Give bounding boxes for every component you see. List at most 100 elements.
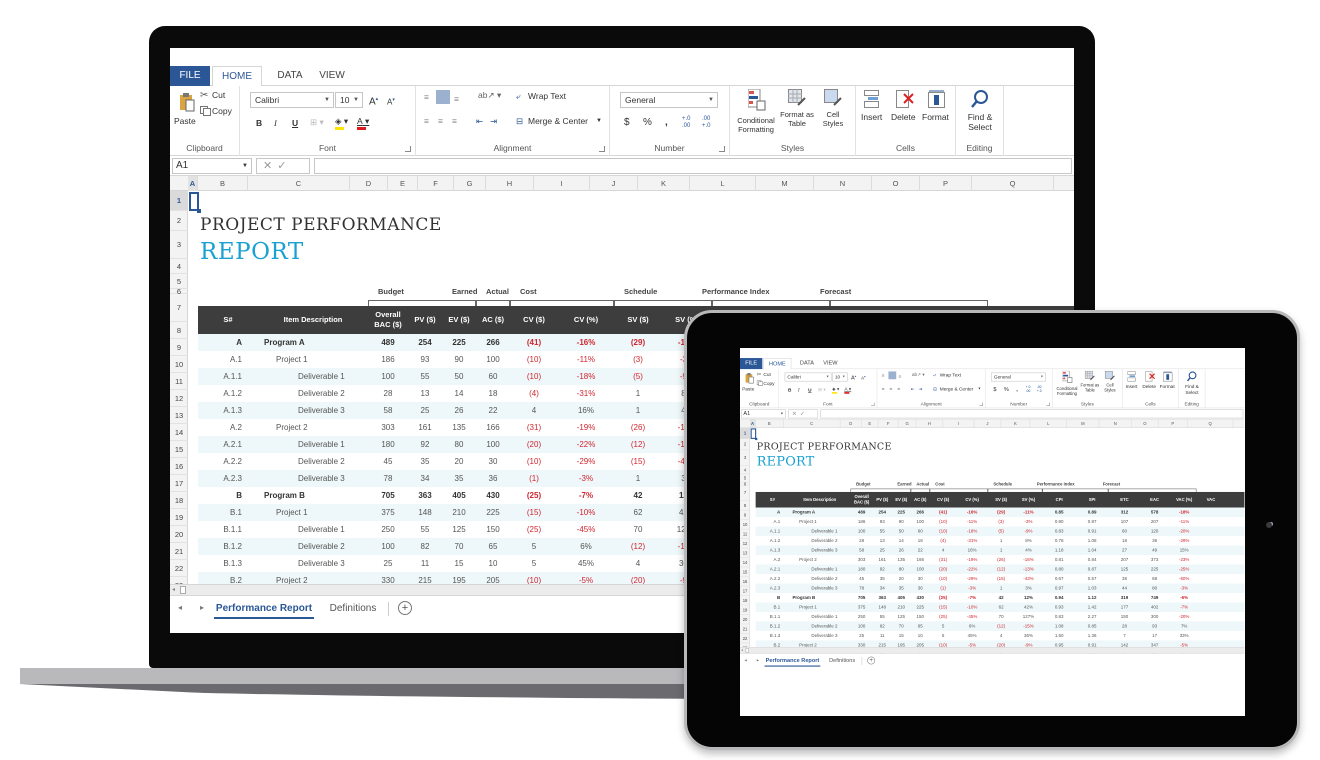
tab-view[interactable]: VIEW [819, 358, 841, 369]
align-right-icon[interactable]: ≡ [452, 116, 457, 127]
cell-ev[interactable]: 90 [442, 351, 476, 368]
cell-etc[interactable]: 18 [1108, 536, 1140, 545]
cell-cvp[interactable]: -16% [957, 508, 988, 517]
cell-id[interactable]: A.1.3 [756, 546, 780, 555]
shrink-font-icon[interactable]: A▾ [387, 95, 395, 108]
cell-sv[interactable]: (3) [614, 351, 662, 368]
cell-cv[interactable]: (4) [510, 385, 558, 402]
cell-eac[interactable]: 578 [1141, 508, 1169, 517]
cell-bac[interactable]: 489 [850, 508, 872, 517]
scrollbar-thumb[interactable] [745, 648, 749, 653]
cell-ac[interactable]: 100 [476, 436, 510, 453]
table-row[interactable]: B.1Project 1375148210225(15)-10%6242%0.9… [755, 602, 1245, 612]
cell-ac[interactable]: 60 [911, 527, 930, 536]
fill-color-button[interactable]: ◈ ▾ [335, 116, 348, 130]
column-header[interactable]: Q [972, 176, 1054, 191]
cell-id[interactable]: B.1 [756, 602, 780, 611]
number-format-dropdown[interactable]: General ▼ [620, 92, 718, 108]
cell-id[interactable]: B.1.3 [756, 631, 780, 640]
align-left-icon[interactable]: ≡ [424, 116, 429, 127]
cell-eac[interactable]: 36 [1141, 536, 1169, 545]
cell-pv[interactable]: 11 [873, 631, 892, 640]
cell-pv[interactable]: 35 [873, 574, 892, 583]
cell-cpi[interactable]: 0.93 [1042, 602, 1075, 611]
increase-indent-icon[interactable]: ⇥ [490, 116, 497, 127]
table-row[interactable]: B.1.1Deliverable 125055125150(25)-45%701… [756, 612, 1245, 621]
next-sheet-icon[interactable]: ▸ [757, 658, 759, 663]
cell-cvp[interactable]: -31% [957, 536, 988, 545]
cell-cvp[interactable]: 16% [957, 546, 988, 555]
cell-cpi[interactable]: 0.97 [1042, 583, 1075, 592]
table-row[interactable]: A.1.1Deliverable 1100555060(10)-18%(5)-9… [755, 526, 1245, 537]
align-middle-icon[interactable] [436, 90, 450, 104]
cell-ac[interactable]: 430 [911, 593, 930, 602]
cell-svp[interactable]: 42% [1015, 602, 1043, 611]
cell-vacp[interactable]: 33% [1169, 631, 1200, 640]
cell-ev[interactable]: 14 [442, 385, 476, 402]
cell-sv[interactable]: 62 [988, 602, 1015, 611]
font-family-dropdown[interactable]: Calibri ▼ [250, 92, 334, 108]
cell-cpi[interactable]: 0.90 [1042, 517, 1075, 526]
cell-vacp[interactable]: -3% [1169, 583, 1200, 592]
cell-pv[interactable]: 93 [873, 517, 892, 526]
cell-sv[interactable]: (5) [614, 368, 662, 385]
cell-cv[interactable]: (20) [510, 436, 558, 453]
orientation-icon[interactable]: ab↗ ▾ [478, 90, 501, 101]
table-row[interactable]: A.2.1 Deliverable 1 180 92 80 100 (20) -22% (12)… [755, 564, 1245, 574]
cell-pv[interactable]: 25 [873, 546, 892, 555]
cell-bac[interactable]: 100 [368, 538, 408, 555]
row-header[interactable]: 8 [740, 501, 751, 511]
cell-cvp[interactable]: -19% [558, 419, 614, 436]
cell-vacp[interactable]: 7% [1169, 621, 1200, 630]
cell-spi[interactable]: 0.84 [1076, 555, 1108, 564]
cell-etc[interactable]: 38 [1108, 574, 1140, 583]
cell-sv[interactable]: (12) [614, 538, 662, 555]
alignment-dialog-launcher-icon[interactable] [599, 146, 605, 152]
table-row[interactable]: A.1Project 11869390100(10)-11%(3)-3%0.90… [756, 517, 1245, 526]
font-dialog-launcher-icon[interactable] [405, 146, 411, 152]
cell-pv[interactable]: 55 [873, 527, 892, 536]
font-family-dropdown[interactable]: Calibri ▼ [784, 372, 832, 382]
column-header[interactable]: D [840, 419, 862, 428]
cell-id[interactable]: B [198, 487, 242, 504]
cell-cpi[interactable]: 0.80 [1042, 565, 1075, 574]
column-header[interactable]: N [1099, 419, 1132, 428]
cell-bac[interactable]: 250 [368, 521, 408, 538]
cell-ac[interactable]: 30 [476, 453, 510, 470]
row-header[interactable]: 12 [170, 390, 188, 407]
cell-sv[interactable]: (15) [988, 574, 1015, 583]
column-header[interactable]: O [872, 176, 920, 191]
cell-cvp[interactable]: -29% [558, 453, 614, 470]
cell-svp[interactable]: 8% [1015, 536, 1043, 545]
cell-cpi[interactable]: 0.78 [1042, 536, 1075, 545]
cell-pv[interactable]: 35 [408, 453, 442, 470]
cell-sv[interactable]: 1 [614, 385, 662, 402]
cell-id[interactable]: A.1 [198, 351, 242, 368]
cell-spi[interactable]: 0.87 [1076, 565, 1108, 574]
cell-cv[interactable]: 4 [510, 402, 558, 419]
cell-cvp[interactable]: -7% [558, 487, 614, 504]
cell-cvp[interactable]: 16% [558, 402, 614, 419]
prev-sheet-icon[interactable]: ◂ [178, 603, 182, 612]
row-header[interactable]: 1 [170, 191, 188, 211]
column-header[interactable]: G [454, 176, 486, 191]
increase-indent-icon[interactable]: ⇥ [919, 386, 923, 392]
comma-button[interactable]: , [1016, 387, 1018, 393]
cell-spi[interactable]: 0.85 [1076, 621, 1108, 630]
cell-pv[interactable]: 82 [408, 538, 442, 555]
row-header[interactable]: 16 [740, 577, 751, 587]
cell-bac[interactable]: 186 [368, 351, 408, 368]
cancel-icon[interactable]: ✕ [263, 160, 277, 172]
column-header[interactable]: B [756, 419, 784, 428]
cell-ev[interactable]: 70 [442, 538, 476, 555]
cell-cvp[interactable]: -29% [957, 574, 988, 583]
cell-cpi[interactable]: 0.94 [1042, 593, 1075, 602]
cell-eac[interactable]: 49 [1141, 546, 1169, 555]
cell-cv[interactable]: 5 [930, 631, 957, 640]
cell-vacp[interactable]: -18% [1169, 508, 1200, 517]
cell-ac[interactable]: 10 [911, 631, 930, 640]
formula-input[interactable] [820, 409, 1244, 419]
align-left-icon[interactable]: ≡ [882, 386, 885, 392]
cell-bac[interactable]: 705 [368, 487, 408, 504]
cell-cv[interactable]: (25) [930, 612, 957, 621]
